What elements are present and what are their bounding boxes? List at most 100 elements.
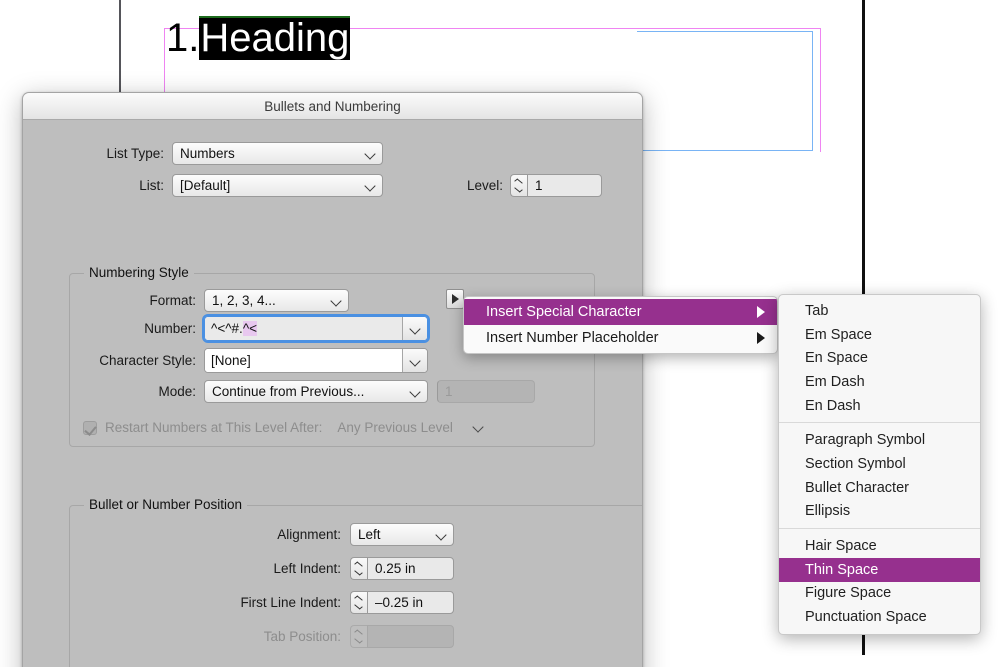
submenu-item-en-space[interactable]: En Space <box>779 346 980 370</box>
character-style-chevron-down-icon[interactable] <box>402 349 427 372</box>
submenu-item-label: Punctuation Space <box>805 609 927 626</box>
level-input[interactable]: 1 <box>527 174 602 197</box>
stepper-down-icon[interactable] <box>354 568 363 576</box>
level-label: Level: <box>466 178 503 193</box>
number-combobox[interactable]: ^<^#. ^< <box>202 314 430 343</box>
mode-label: Mode: <box>158 384 196 399</box>
tab-position-stepper-group <box>350 625 454 648</box>
numbering-style-legend: Numbering Style <box>84 265 194 280</box>
list-type-select[interactable]: Numbers <box>172 142 383 165</box>
number-chevron-down-icon[interactable] <box>402 317 427 340</box>
menu-item-insert-number-placeholder[interactable]: Insert Number Placeholder <box>464 325 777 351</box>
number-input[interactable]: ^<^#. ^< <box>205 317 402 340</box>
submenu-item-label: En Dash <box>805 397 861 414</box>
number-row: Number: ^<^#. ^< <box>23 314 430 343</box>
triangle-right-icon <box>451 294 459 304</box>
submenu-item-label: Paragraph Symbol <box>805 432 926 449</box>
restart-numbers-row: Restart Numbers at This Level After: Any… <box>83 416 491 439</box>
stepper-up-icon <box>354 629 363 637</box>
number-flyout-button[interactable] <box>446 289 464 309</box>
menu-item-label: Insert Special Character <box>486 304 642 320</box>
alignment-value: Left <box>358 527 381 542</box>
stepper-up-icon[interactable] <box>354 561 363 569</box>
submenu-item-label: Ellipsis <box>805 503 851 520</box>
submenu-separator <box>779 528 980 530</box>
character-style-value-wrap[interactable]: [None] <box>205 349 402 372</box>
character-style-combobox[interactable]: [None] <box>204 348 428 373</box>
submenu-item-bullet-character[interactable]: Bullet Character <box>779 476 980 500</box>
insert-context-menu[interactable]: Insert Special Character Insert Number P… <box>463 296 778 354</box>
dialog-title: Bullets and Numbering <box>264 98 401 114</box>
submenu-item-em-dash[interactable]: Em Dash <box>779 370 980 394</box>
alignment-row: Alignment: Left <box>23 523 454 546</box>
submenu-item-label: Thin Space <box>805 561 879 578</box>
submenu-item-section-symbol[interactable]: Section Symbol <box>779 452 980 476</box>
screen: 1.Heading Bullets and Numbering List Typ… <box>0 0 999 667</box>
left-indent-label: Left Indent: <box>273 561 341 576</box>
alignment-select[interactable]: Left <box>350 523 454 546</box>
first-line-indent-value: –0.25 in <box>375 595 424 610</box>
level-stepper-group[interactable]: 1 <box>510 174 602 197</box>
format-row: Format: 1, 2, 3, 4... <box>23 289 349 312</box>
mode-number-value: 1 <box>445 384 453 399</box>
submenu-item-label: Bullet Character <box>805 479 909 496</box>
submenu-item-figure-space[interactable]: Figure Space <box>779 582 980 606</box>
character-style-value: [None] <box>211 353 251 368</box>
number-value-selected: ^< <box>242 321 258 336</box>
submenu-item-label: Em Dash <box>805 373 865 390</box>
submenu-item-label: Hair Space <box>805 538 877 555</box>
dialog-titlebar[interactable]: Bullets and Numbering <box>23 93 642 120</box>
number-label: Number: <box>144 321 196 336</box>
text-frame-right-edge <box>812 31 813 151</box>
level-value: 1 <box>535 178 543 193</box>
tab-position-label: Tab Position: <box>263 629 341 644</box>
submenu-separator <box>779 422 980 424</box>
bullet-position-legend: Bullet or Number Position <box>84 497 248 512</box>
list-label: List: <box>139 178 164 193</box>
restart-numbers-checkbox[interactable] <box>83 420 97 435</box>
bullets-and-numbering-dialog[interactable]: Bullets and Numbering List Type: Numbers… <box>22 92 643 667</box>
submenu-item-en-dash[interactable]: En Dash <box>779 394 980 418</box>
submenu-item-label: Figure Space <box>805 585 892 602</box>
first-line-indent-stepper[interactable] <box>350 591 367 614</box>
tab-position-row: Tab Position: <box>23 625 454 648</box>
restart-numbers-label: Restart Numbers at This Level After: <box>105 420 323 435</box>
format-select[interactable]: 1, 2, 3, 4... <box>204 289 349 312</box>
list-select[interactable]: [Default] <box>172 174 383 197</box>
left-indent-input[interactable]: 0.25 in <box>367 557 454 580</box>
menu-item-insert-special-character[interactable]: Insert Special Character <box>464 299 777 325</box>
number-value-plain: ^<^#. <box>211 321 243 336</box>
stepper-down-icon <box>354 636 363 644</box>
stepper-up-icon[interactable] <box>514 178 523 186</box>
submenu-item-label: Em Space <box>805 326 872 343</box>
tab-position-input <box>367 625 454 648</box>
margin-guide-right <box>820 28 821 152</box>
tab-position-stepper <box>350 625 367 648</box>
mode-number-input: 1 <box>437 380 535 403</box>
submenu-item-tab[interactable]: Tab <box>779 299 980 323</box>
submenu-item-ellipsis[interactable]: Ellipsis <box>779 500 980 524</box>
first-line-indent-row: First Line Indent: –0.25 in <box>23 591 454 614</box>
stepper-up-icon[interactable] <box>354 595 363 603</box>
submenu-item-punctuation-space[interactable]: Punctuation Space <box>779 605 980 629</box>
first-line-indent-stepper-group[interactable]: –0.25 in <box>350 591 454 614</box>
stepper-down-icon[interactable] <box>514 185 523 193</box>
submenu-item-paragraph-symbol[interactable]: Paragraph Symbol <box>779 428 980 452</box>
submenu-item-em-space[interactable]: Em Space <box>779 323 980 347</box>
first-line-indent-input[interactable]: –0.25 in <box>367 591 454 614</box>
heading-paragraph[interactable]: 1.Heading <box>166 16 351 60</box>
submenu-item-thin-space[interactable]: Thin Space <box>779 557 980 582</box>
list-type-value: Numbers <box>180 146 235 161</box>
submenu-item-hair-space[interactable]: Hair Space <box>779 534 980 558</box>
left-indent-stepper-group[interactable]: 0.25 in <box>350 557 454 580</box>
heading-selected-text[interactable]: Heading <box>199 16 351 60</box>
left-indent-row: Left Indent: 0.25 in <box>23 557 454 580</box>
stepper-down-icon[interactable] <box>354 602 363 610</box>
special-character-submenu[interactable]: Tab Em Space En Space Em Dash En Dash Pa… <box>778 294 981 635</box>
left-indent-stepper[interactable] <box>350 557 367 580</box>
mode-select[interactable]: Continue from Previous... <box>204 380 428 403</box>
restart-after-select: Any Previous Level <box>330 416 491 439</box>
submenu-item-label: Section Symbol <box>805 455 906 472</box>
mode-row: Mode: Continue from Previous... 1 <box>23 380 535 403</box>
level-stepper[interactable] <box>510 174 527 197</box>
